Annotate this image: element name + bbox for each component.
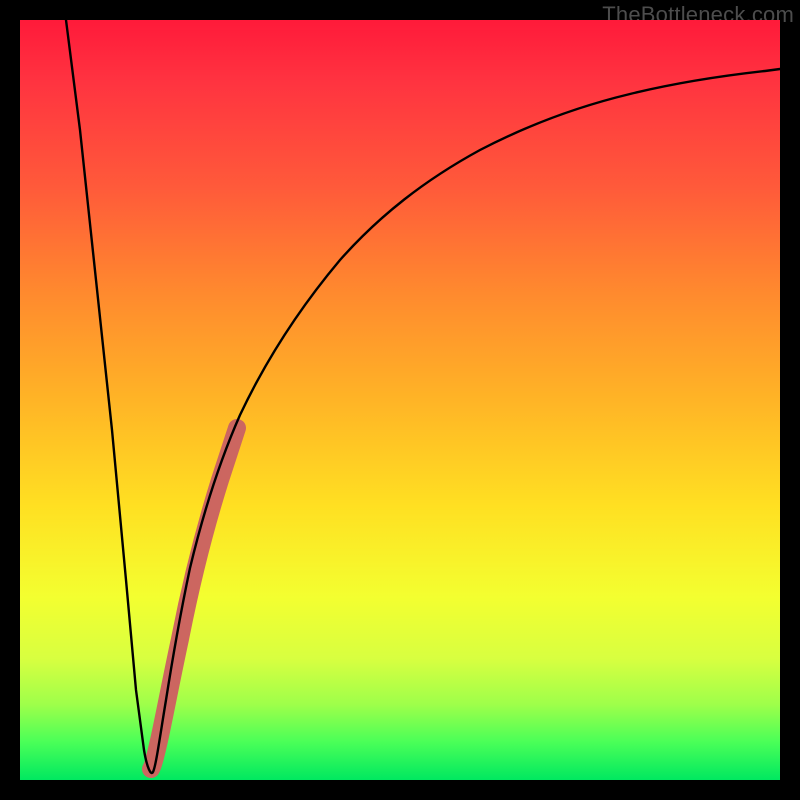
- curve-layer: [20, 20, 780, 780]
- plot-area: [20, 20, 780, 780]
- chart-frame: TheBottleneck.com: [0, 0, 800, 800]
- curve-path: [66, 20, 780, 773]
